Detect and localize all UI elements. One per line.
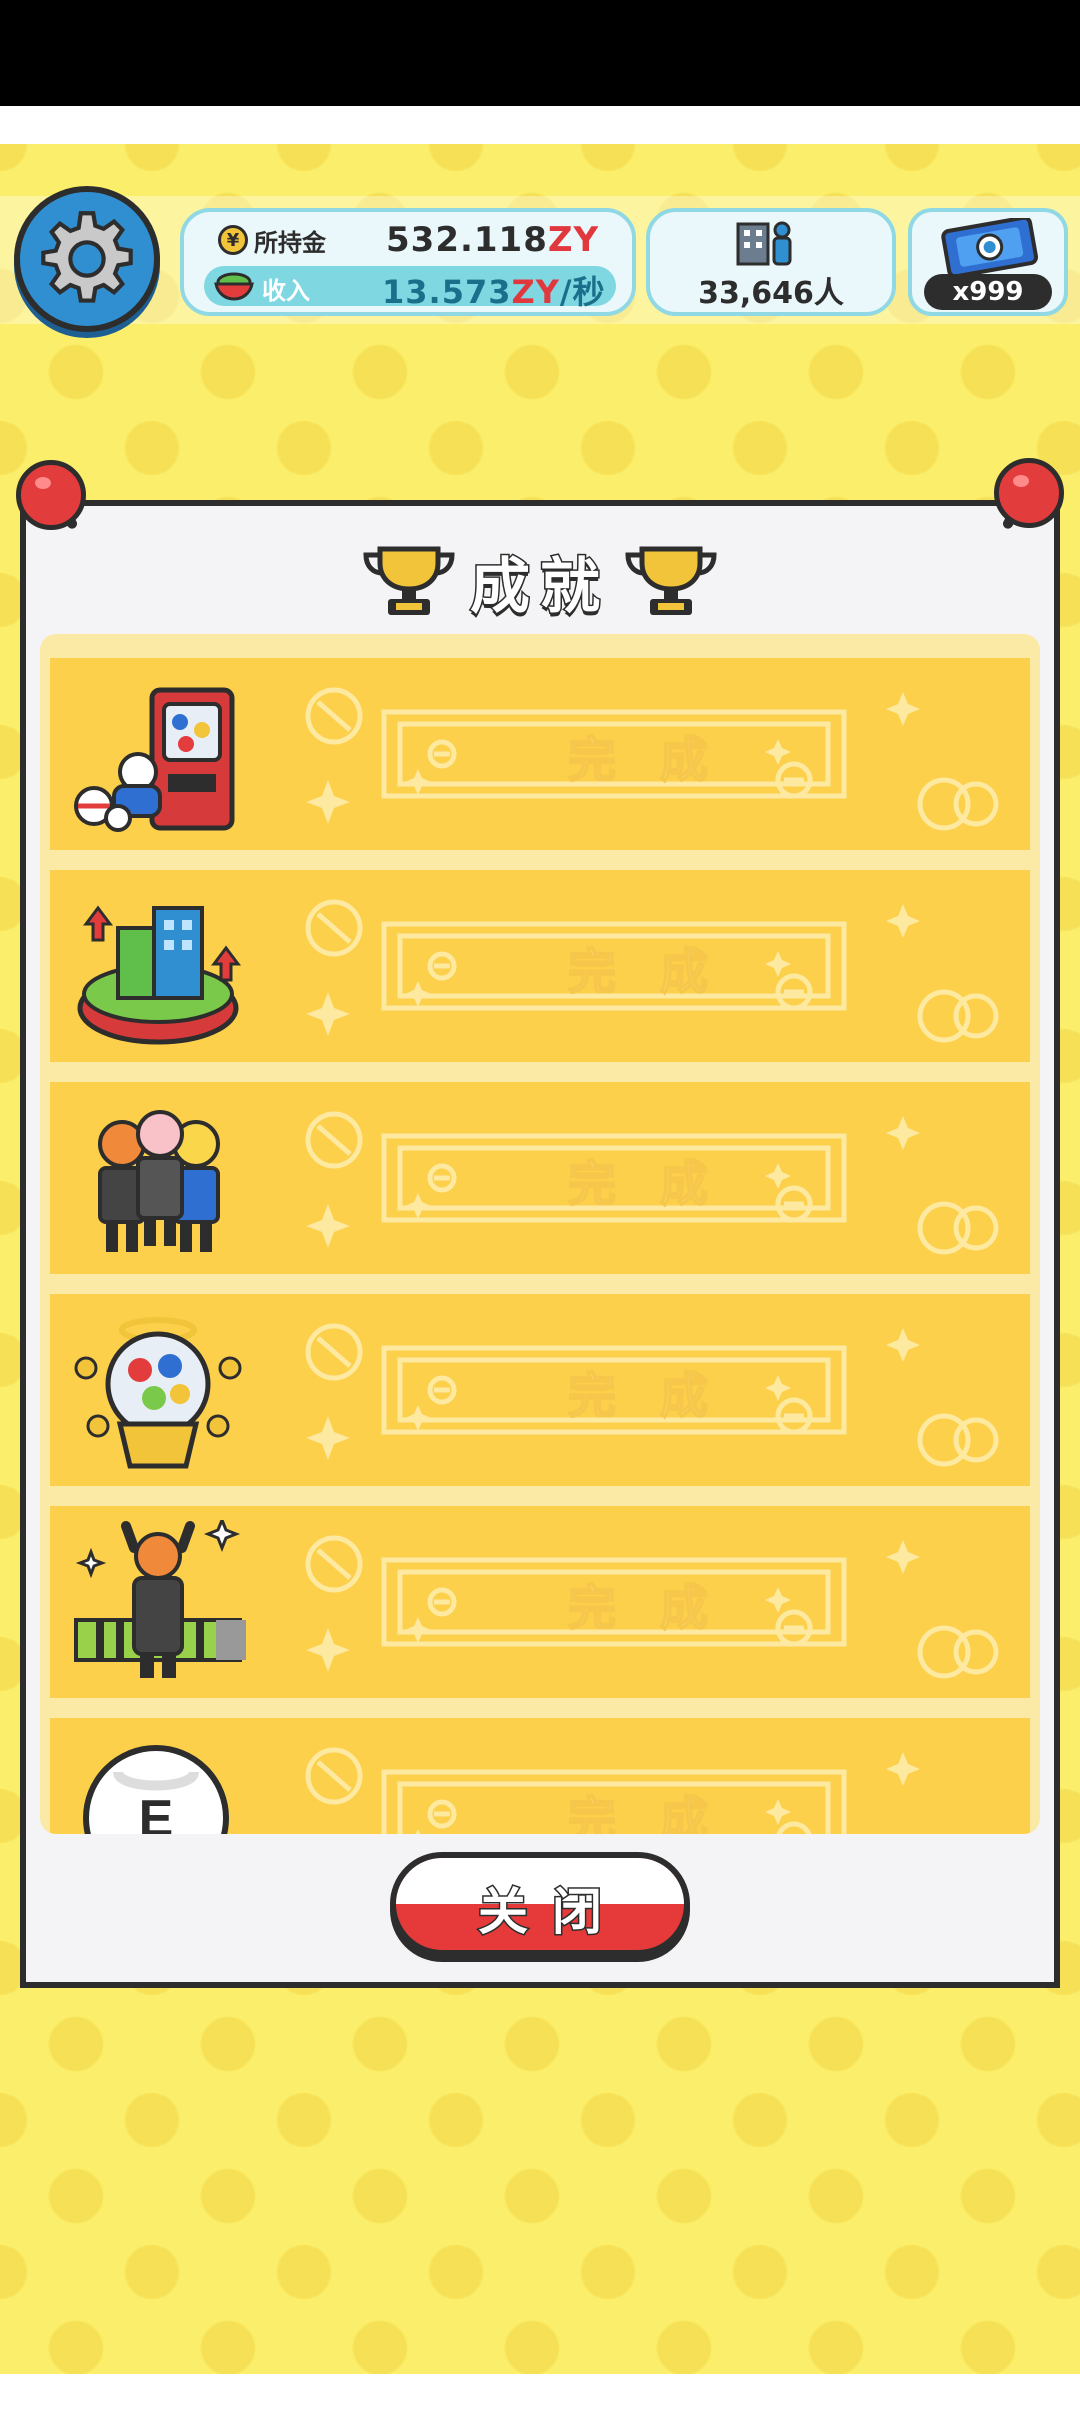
- complete-label: 完成: [567, 1367, 752, 1425]
- complete-label: 完成: [567, 943, 752, 1001]
- top-band: [0, 106, 1080, 144]
- yen-coin-icon: ¥: [218, 225, 248, 255]
- achievement-row[interactable]: E 完成: [50, 1718, 1030, 1834]
- trophy-icon: [363, 546, 455, 615]
- people-group-icon: [98, 1110, 220, 1252]
- income-bar: 收入 13.573ZY/秒: [204, 266, 616, 311]
- dialog-title: 成就: [469, 550, 610, 623]
- city-upgrade-icon: [77, 905, 241, 1045]
- achievement-row[interactable]: 完成: [50, 870, 1030, 1062]
- income-amount: 13.573: [382, 273, 512, 311]
- e-badge-icon: E: [83, 1745, 229, 1834]
- ticket-panel[interactable]: x999: [908, 208, 1068, 316]
- achievement-list[interactable]: 完成 完成 完成 完成 完成 E 完成: [40, 634, 1040, 1834]
- gear-icon: [41, 211, 133, 303]
- money-amount: 532.118: [386, 220, 548, 260]
- ticket-count: x999: [924, 274, 1052, 310]
- building-person-icon: [736, 221, 792, 266]
- settings-button[interactable]: [14, 186, 160, 332]
- money-label-group: ¥ 所持金: [218, 220, 326, 260]
- ticket-icon: [941, 218, 1039, 279]
- complete-label: 完成: [567, 1579, 752, 1637]
- population-value: 33,646人: [698, 276, 844, 311]
- dialog-title-bar: 成就: [0, 536, 1080, 626]
- bottom-band: [0, 2374, 1080, 2412]
- income-label: 收入: [262, 277, 310, 305]
- income-suffix: /秒: [559, 273, 606, 311]
- complete-label: 完成: [567, 1791, 752, 1834]
- money-panel: ¥ 所持金 532.118ZY 收入 13.573ZY/秒: [180, 208, 636, 316]
- svg-text:E: E: [139, 1790, 174, 1834]
- golden-gacha-icon: [74, 1317, 242, 1469]
- trophy-icon: [625, 546, 717, 615]
- status-bar: [0, 0, 1080, 106]
- income-unit: ZY: [511, 273, 560, 311]
- money-unit: ZY: [547, 220, 600, 260]
- money-value: 532.118ZY: [386, 220, 599, 260]
- population-panel: 33,646人: [646, 208, 896, 316]
- achievement-row[interactable]: 完成: [50, 1082, 1030, 1274]
- money-label: 所持金: [254, 228, 326, 257]
- close-button-label: 关闭: [477, 1882, 626, 1943]
- pin-left: [16, 460, 86, 530]
- close-button[interactable]: 关闭: [390, 1852, 690, 1956]
- achievement-row[interactable]: 完成: [50, 658, 1030, 850]
- income-value: 13.573ZY/秒: [382, 267, 606, 313]
- gacha-machine-icon: [74, 687, 235, 832]
- pin-right: [994, 458, 1064, 528]
- worker-cheer-icon: [74, 1520, 246, 1678]
- achievement-row[interactable]: 完成: [50, 1294, 1030, 1486]
- achievement-row[interactable]: 完成: [50, 1506, 1030, 1698]
- complete-label: 完成: [567, 1155, 752, 1213]
- bowl-icon: [214, 272, 254, 301]
- complete-label: 完成: [567, 731, 752, 789]
